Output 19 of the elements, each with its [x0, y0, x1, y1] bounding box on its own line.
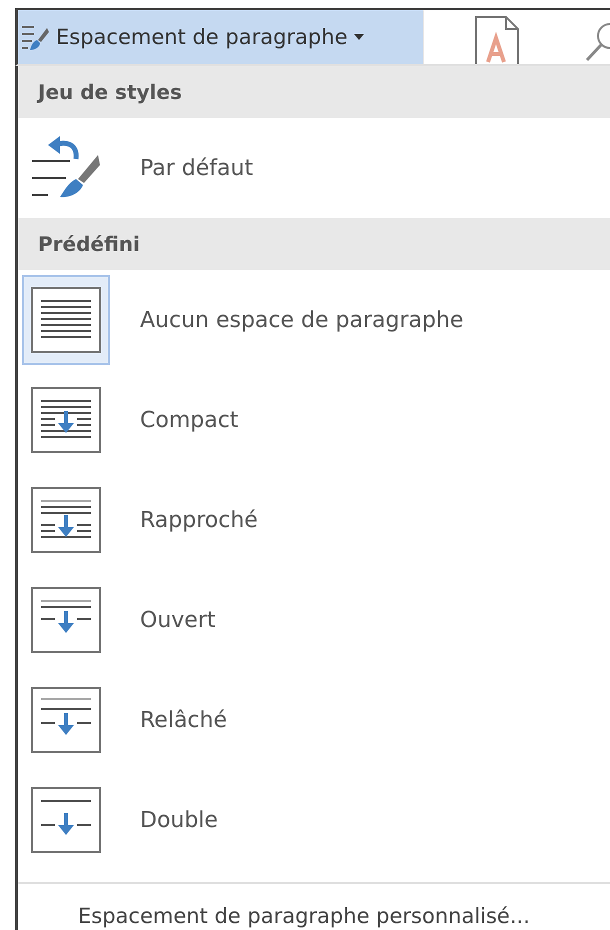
menu-item[interactable]: Aucun espace de paragraphe [18, 270, 610, 370]
spacing-preset-icon [31, 387, 101, 453]
section-header: Prédéfini [18, 218, 610, 270]
spacing-preset-icon [31, 487, 101, 553]
spacing-preset-icon [31, 787, 101, 853]
spacing-preset-icon [31, 287, 101, 353]
menu-item[interactable]: Par défaut [18, 118, 610, 218]
spacing-preset-icon [31, 587, 101, 653]
document-icon[interactable] [474, 16, 520, 64]
menu-item[interactable]: Ouvert [18, 570, 610, 670]
menu-item[interactable]: Double [18, 770, 610, 870]
menu-item[interactable]: Relâché [18, 670, 610, 770]
spacing-preset-icon [31, 687, 101, 753]
paragraph-spacing-button[interactable]: Espacement de paragraphe [18, 10, 423, 64]
caret-icon [354, 34, 364, 40]
menu-item[interactable]: Compact [18, 370, 610, 470]
menu-item[interactable]: Rapproché [18, 470, 610, 570]
custom-spacing-item[interactable]: Espacement de paragraphe personnalisé... [18, 882, 610, 928]
section-header: Jeu de styles [18, 66, 610, 118]
